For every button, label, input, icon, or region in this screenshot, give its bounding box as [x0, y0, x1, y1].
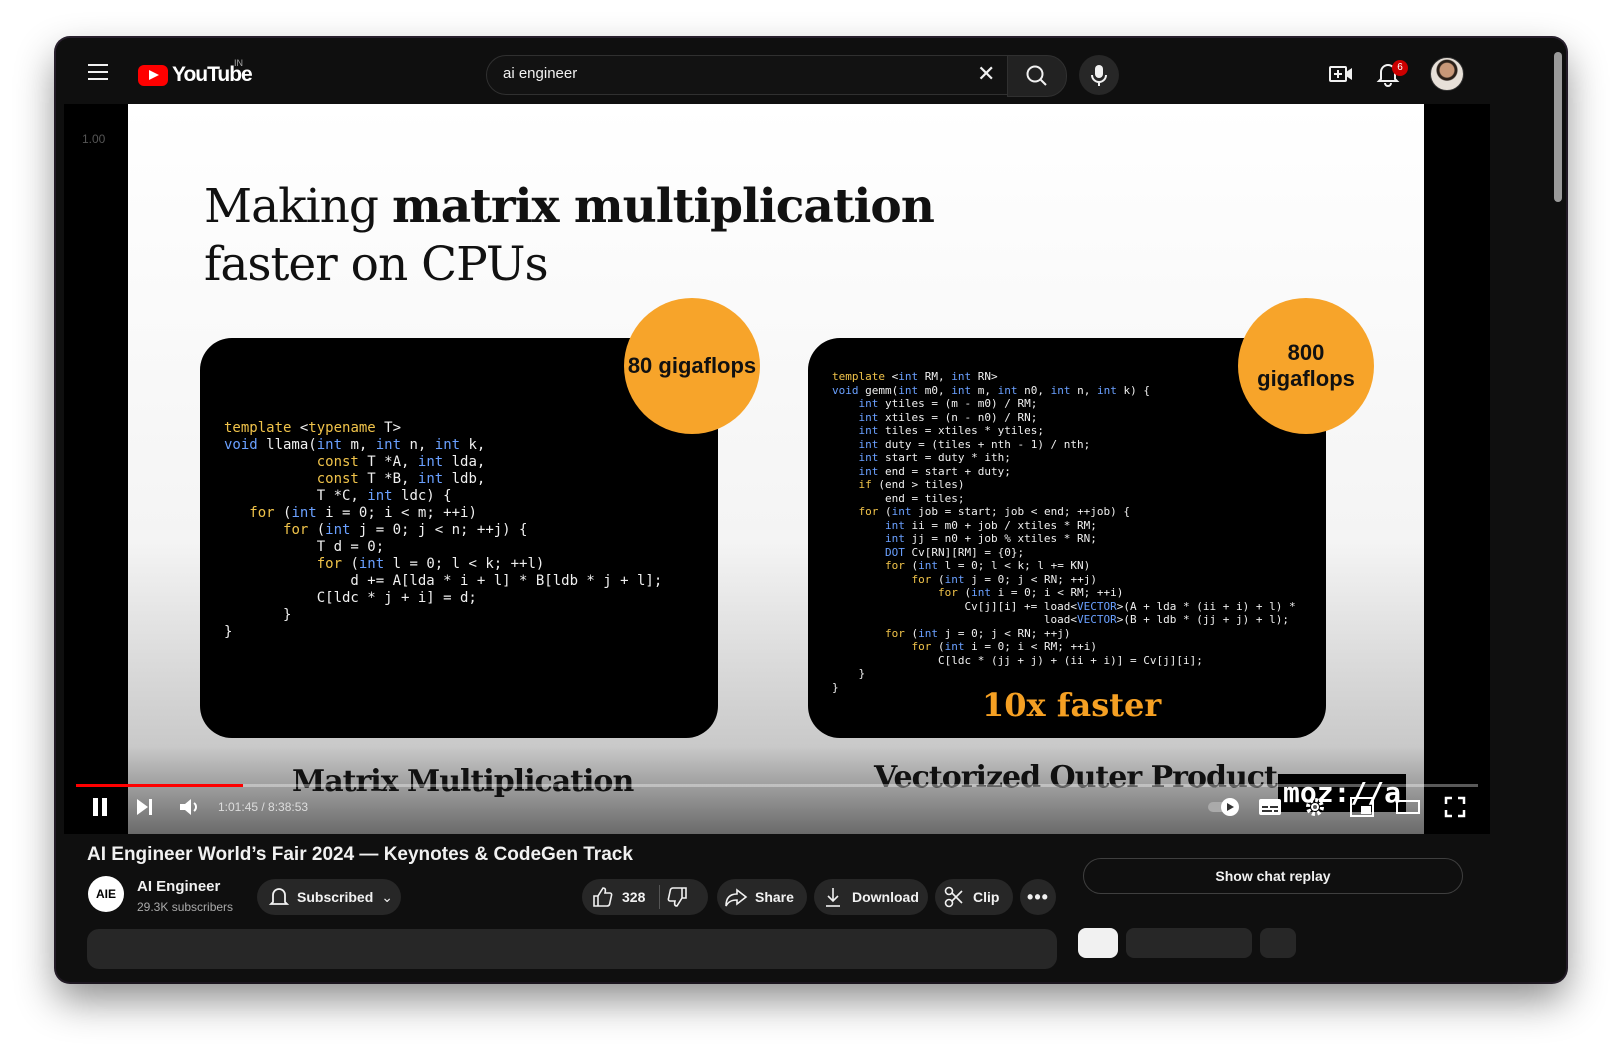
- share-label: Share: [755, 889, 794, 905]
- progress-bar[interactable]: [76, 784, 1478, 787]
- settings-gear-icon[interactable]: [1304, 796, 1326, 818]
- code-snippet-vectorized: template <int RM, int RN> void gemm(int …: [832, 370, 1296, 694]
- video-title: AI Engineer World’s Fair 2024 — Keynotes…: [87, 844, 633, 865]
- notification-count-badge: 6: [1392, 60, 1408, 76]
- more-actions-button[interactable]: •••: [1020, 879, 1056, 915]
- channel-avatar[interactable]: AIE: [88, 876, 124, 912]
- mozilla-logo: moz://a: [1278, 774, 1406, 812]
- subscriber-count: 29.3K subscribers: [137, 900, 234, 914]
- menu-icon[interactable]: [88, 64, 108, 80]
- filter-chip-topic[interactable]: [1260, 928, 1296, 958]
- masthead: YouTube IN ai engineer ✕ 6: [56, 38, 1550, 104]
- download-button[interactable]: Download: [814, 879, 928, 915]
- slide-title: Making matrix multiplication faster on C…: [204, 179, 935, 292]
- bell-icon: [268, 888, 290, 905]
- chevron-down-icon: ⌄: [381, 888, 393, 905]
- youtube-play-icon: [138, 64, 168, 86]
- subtitles-icon[interactable]: [1258, 798, 1282, 816]
- gigaflops-badge-vectorized: 800 gigaflops: [1238, 298, 1374, 434]
- more-horizontal-icon: •••: [1027, 886, 1049, 907]
- miniplayer-icon[interactable]: [1350, 797, 1374, 817]
- download-icon: [826, 888, 840, 907]
- region-code: IN: [234, 58, 243, 68]
- progress-played[interactable]: [76, 784, 243, 787]
- download-label: Download: [852, 889, 919, 905]
- filter-chip-channel[interactable]: [1126, 928, 1252, 958]
- volume-icon[interactable]: [178, 796, 202, 818]
- playback-speed-overlay: 1.00: [82, 132, 106, 146]
- video-frame[interactable]: Making matrix multiplication faster on C…: [128, 104, 1424, 834]
- autoplay-toggle-icon[interactable]: [1206, 796, 1242, 818]
- scissors-icon: [944, 886, 963, 908]
- subscribed-button[interactable]: Subscribed ⌄: [257, 879, 401, 915]
- clip-button[interactable]: Clip: [935, 879, 1013, 915]
- like-dislike-group: 328: [582, 879, 708, 915]
- clip-label: Clip: [973, 889, 1000, 905]
- channel-name[interactable]: AI Engineer: [137, 878, 220, 895]
- account-avatar[interactable]: [1430, 57, 1464, 91]
- browser-window: YouTube IN ai engineer ✕ 6 1.00 Making m…: [56, 38, 1566, 982]
- speedup-label: 10x faster: [982, 686, 1162, 724]
- pause-icon[interactable]: [90, 796, 110, 818]
- share-icon: [725, 888, 748, 907]
- show-chat-replay-button[interactable]: Show chat replay: [1083, 858, 1463, 894]
- scrollbar-thumb[interactable]: [1554, 52, 1562, 202]
- caption-naive: Matrix Multiplication: [292, 764, 634, 799]
- gigaflops-badge-naive: 80 gigaflops: [624, 298, 760, 434]
- create-video-icon[interactable]: [1328, 62, 1354, 86]
- next-video-icon[interactable]: [134, 797, 154, 817]
- time-display: 1:01:45 / 8:38:53: [218, 800, 309, 814]
- search-box[interactable]: ai engineer ✕: [486, 55, 1008, 95]
- search-input[interactable]: ai engineer: [503, 65, 577, 82]
- fullscreen-icon[interactable]: [1444, 796, 1466, 818]
- search-icon: [1026, 65, 1047, 86]
- search-button[interactable]: [1007, 55, 1067, 97]
- theater-mode-icon[interactable]: [1396, 799, 1420, 815]
- like-count[interactable]: 328: [622, 889, 645, 905]
- voice-search-button[interactable]: [1079, 55, 1119, 95]
- clear-search-icon[interactable]: ✕: [977, 63, 995, 85]
- subscribed-label: Subscribed: [297, 889, 374, 905]
- microphone-icon: [1091, 65, 1107, 86]
- thumbs-down-icon[interactable]: [660, 879, 700, 915]
- caption-vectorized: Vectorized Outer Product: [874, 760, 1278, 795]
- thumbs-up-icon[interactable]: [582, 879, 622, 915]
- description-box[interactable]: [87, 929, 1057, 969]
- video-player[interactable]: 1.00 Making matrix multiplication faster…: [64, 104, 1490, 834]
- filter-chip-all[interactable]: [1078, 928, 1118, 958]
- code-snippet-naive: template <typename T> void llama(int m, …: [224, 420, 663, 640]
- share-button[interactable]: Share: [717, 879, 807, 915]
